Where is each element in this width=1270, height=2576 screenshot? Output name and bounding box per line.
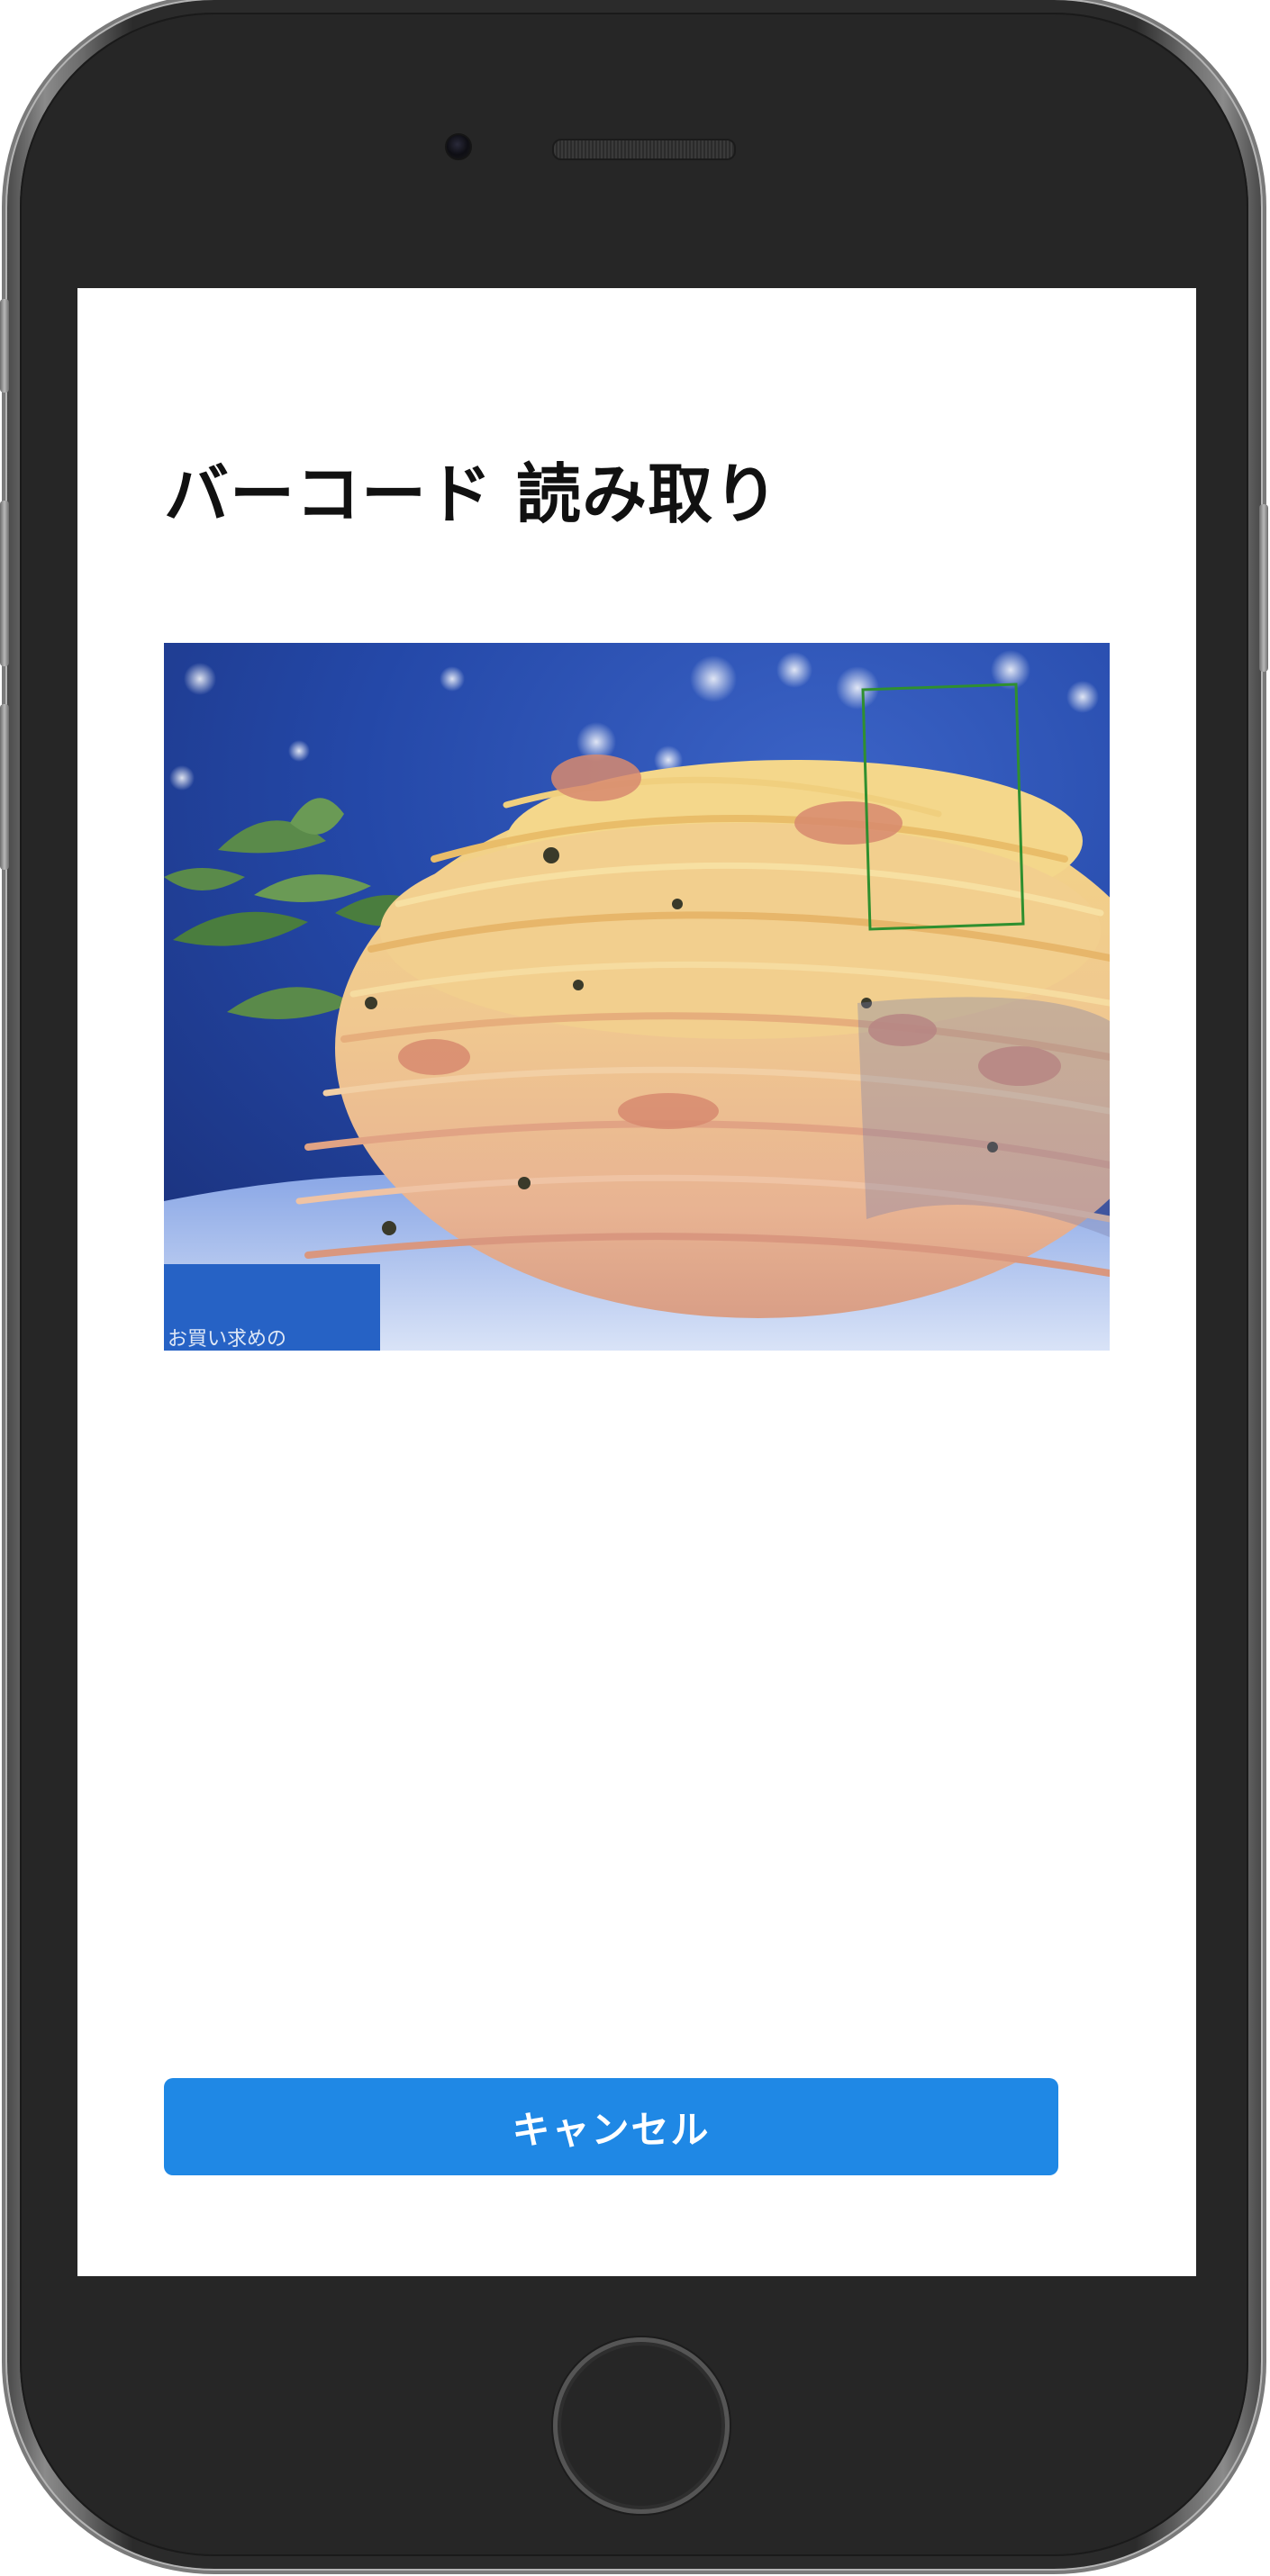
power-button [1259, 504, 1268, 672]
front-camera-icon [445, 133, 472, 160]
home-button[interactable] [553, 2337, 730, 2514]
app-screen: バーコード 読み取り お買い求めの キャンセル [77, 288, 1196, 2276]
camera-preview: お買い求めの [164, 643, 1110, 1351]
page-title: バーコード 読み取り [164, 456, 780, 532]
volume-up-button [0, 501, 9, 666]
mute-switch [0, 299, 9, 393]
camera-feed-image: お買い求めの [164, 643, 1110, 1351]
phone-frame: バーコード 読み取り お買い求めの キャンセル [0, 0, 1268, 2569]
camera-partial-text: お買い求めの [168, 1328, 286, 1351]
earpiece-speaker [552, 139, 736, 160]
volume-down-button [0, 704, 9, 870]
cancel-button[interactable]: キャンセル [164, 2078, 1058, 2175]
